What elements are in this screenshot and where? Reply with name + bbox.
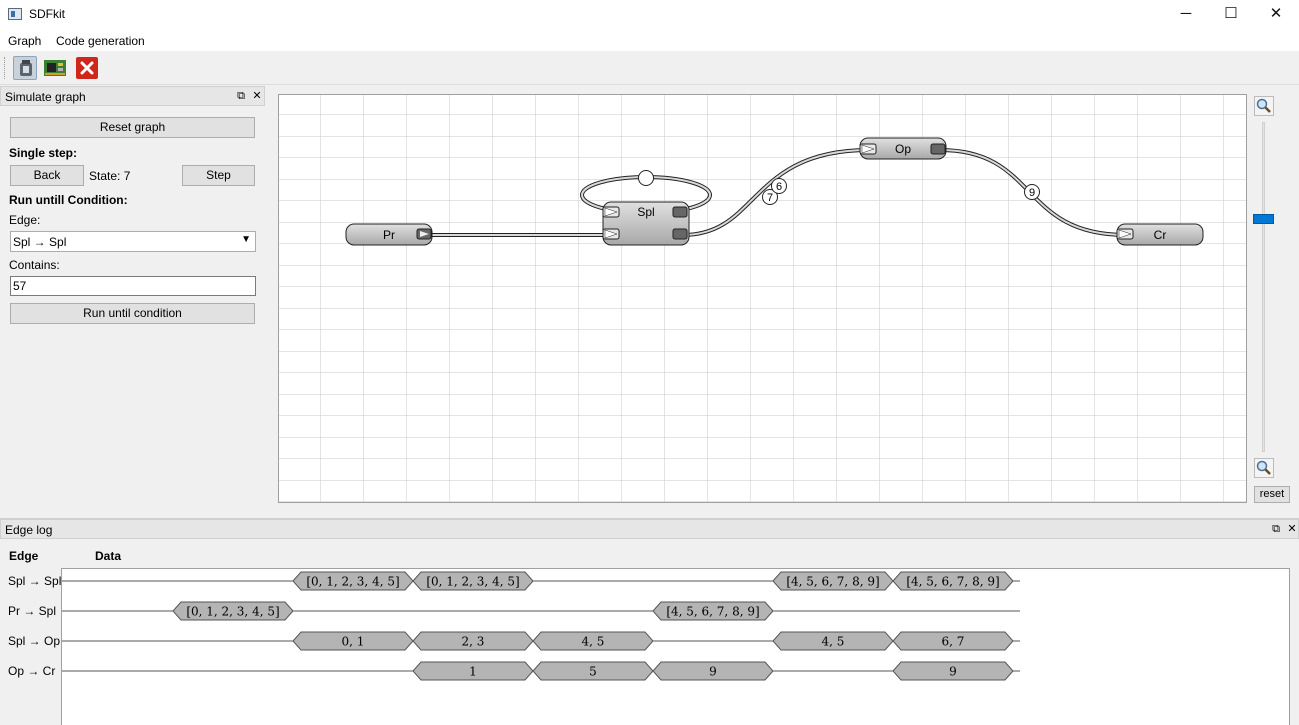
run-until-condition-button[interactable]: Run until condition xyxy=(10,303,255,324)
timeline-token[interactable]: 9 xyxy=(652,661,774,681)
timeline-token[interactable]: [4, 5, 6, 7, 8, 9] xyxy=(772,571,894,591)
close-icon[interactable]: ✕ xyxy=(1285,522,1299,536)
svg-text:7: 7 xyxy=(767,192,773,204)
edge-row-label: Spl → Spl xyxy=(8,574,62,588)
edge-label: Edge: xyxy=(9,213,41,227)
chevron-down-icon: ▼ xyxy=(241,234,251,245)
token-op-cr-9[interactable]: 9 xyxy=(1024,184,1040,200)
zoom-out-icon[interactable] xyxy=(1254,458,1274,478)
menu-graph[interactable]: Graph xyxy=(8,34,41,48)
single-step-label: Single step: xyxy=(9,146,78,160)
edge-log-panel: Edge log ⧉ ✕ Edge Data Spl → Spl Pr → Sp… xyxy=(0,518,1299,725)
timeline-token[interactable]: 5 xyxy=(532,661,654,681)
zoom-slider-track[interactable] xyxy=(1262,122,1265,452)
node-spl[interactable]: Spl xyxy=(602,201,690,246)
timeline-token-label: [0, 1, 2, 3, 4, 5] xyxy=(186,605,279,619)
timeline-token[interactable]: 6, 7 xyxy=(892,631,1014,651)
simulate-graph-panel: Simulate graph ⧉ ✕ Reset graph Single st… xyxy=(0,86,265,516)
chip-icon[interactable] xyxy=(43,56,67,80)
node-op-label: Op xyxy=(895,142,911,156)
toolbar-grip[interactable] xyxy=(4,57,7,79)
menu-code-generation[interactable]: Code generation xyxy=(56,34,145,48)
timeline-token[interactable]: [4, 5, 6, 7, 8, 9] xyxy=(652,601,774,621)
run-until-label: Run untill Condition: xyxy=(9,193,128,207)
zoom-in-icon[interactable] xyxy=(1254,96,1274,116)
simulate-panel-title: Simulate graph xyxy=(5,90,86,104)
node-spl-label: Spl xyxy=(637,205,654,219)
timeline-token-label: 9 xyxy=(709,665,717,679)
step-button[interactable]: Step xyxy=(182,165,255,186)
contains-label: Contains: xyxy=(9,258,60,272)
close-window-button[interactable]: ✕ xyxy=(1253,0,1299,30)
float-icon[interactable]: ⧉ xyxy=(1269,522,1283,536)
timeline-token-label: [4, 5, 6, 7, 8, 9] xyxy=(786,575,879,589)
minimize-button[interactable]: ─ xyxy=(1163,0,1209,30)
timeline-token-label: 9 xyxy=(949,665,957,679)
timeline-token[interactable]: 4, 5 xyxy=(772,631,894,651)
timeline-token[interactable]: 1 xyxy=(412,661,534,681)
menu-bar: Graph Code generation xyxy=(0,30,1299,51)
col-data-header: Data xyxy=(95,549,122,563)
node-op[interactable]: Op xyxy=(859,137,947,160)
zoom-slider-handle[interactable] xyxy=(1253,214,1274,224)
grid-background xyxy=(279,95,1246,502)
edge-log-titlebar[interactable]: Edge log ⧉ ✕ xyxy=(0,519,1299,539)
app-icon xyxy=(8,8,22,20)
simulate-icon[interactable] xyxy=(13,56,37,80)
timeline-token[interactable]: 2, 3 xyxy=(412,631,534,651)
timeline-token-label: 4, 5 xyxy=(582,635,605,649)
timeline-token-label: 5 xyxy=(589,665,597,679)
reset-graph-button[interactable]: Reset graph xyxy=(10,117,255,138)
timeline-svg: [0, 1, 2, 3, 4, 5] [0, 1, 2, 3, 4, 5] [4, … xyxy=(62,571,1020,681)
edge-row-label: Op → Cr xyxy=(8,664,56,678)
node-cr-label: Cr xyxy=(1154,228,1167,242)
timeline-token-label: [0, 1, 2, 3, 4, 5] xyxy=(306,575,399,589)
timeline-token-label: 0, 1 xyxy=(342,635,365,649)
close-red-icon[interactable] xyxy=(75,56,99,80)
contains-input[interactable] xyxy=(10,276,256,296)
float-icon[interactable]: ⧉ xyxy=(234,89,248,103)
svg-text:9: 9 xyxy=(1029,187,1035,199)
timeline-token[interactable]: 4, 5 xyxy=(532,631,654,651)
title-bar: SDFkit ─ ☐ ✕ xyxy=(0,0,1299,30)
timeline-token[interactable]: [4, 5, 6, 7, 8, 9] xyxy=(892,571,1014,591)
graph-svg[interactable]: 7 6 9 Pr Spl Op Cr xyxy=(279,95,1246,502)
timeline-token[interactable]: [0, 1, 2, 3, 4, 5] xyxy=(172,601,294,621)
timeline-token[interactable]: [0, 1, 2, 3, 4, 5] xyxy=(412,571,534,591)
state-text: State: 7 xyxy=(89,169,131,183)
timeline-token[interactable]: 9 xyxy=(892,661,1014,681)
node-cr[interactable]: Cr xyxy=(1116,223,1204,246)
token-self-loop[interactable] xyxy=(638,170,654,186)
edge-select[interactable]: Spl → Spl ▼ xyxy=(10,231,256,252)
node-pr-label: Pr xyxy=(383,228,395,242)
simulate-panel-titlebar[interactable]: Simulate graph ⧉ ✕ xyxy=(0,86,265,106)
graph-canvas[interactable]: 7 6 9 Pr Spl Op Cr xyxy=(278,94,1247,503)
timeline-token[interactable]: [0, 1, 2, 3, 4, 5] xyxy=(292,571,414,591)
edge-log-timeline[interactable]: [0, 1, 2, 3, 4, 5] [0, 1, 2, 3, 4, 5] [4, … xyxy=(61,568,1290,725)
edge-row-label: Pr → Spl xyxy=(8,604,57,618)
timeline-token-label: [4, 5, 6, 7, 8, 9] xyxy=(906,575,999,589)
edge-row-label: Spl → Op xyxy=(8,634,61,648)
timeline-token[interactable]: 0, 1 xyxy=(292,631,414,651)
col-edge-header: Edge xyxy=(9,549,39,563)
timeline-token-label: 2, 3 xyxy=(462,635,485,649)
edge-log-title: Edge log xyxy=(5,523,53,537)
back-button[interactable]: Back xyxy=(10,165,84,186)
svg-text:6: 6 xyxy=(776,181,782,193)
timeline-token-label: [0, 1, 2, 3, 4, 5] xyxy=(426,575,519,589)
maximize-button[interactable]: ☐ xyxy=(1208,0,1254,30)
timeline-token-label: 6, 7 xyxy=(942,635,965,649)
timeline-token-label: [4, 5, 6, 7, 8, 9] xyxy=(666,605,759,619)
timeline-token-label: 4, 5 xyxy=(822,635,845,649)
window-title: SDFkit xyxy=(29,7,65,21)
timeline-token-label: 1 xyxy=(469,665,477,679)
edge-select-value: Spl → Spl xyxy=(13,235,67,249)
toolbar xyxy=(0,51,1299,85)
node-pr[interactable]: Pr xyxy=(345,223,433,246)
close-icon[interactable]: ✕ xyxy=(250,89,264,103)
token-spl-op-6[interactable]: 6 xyxy=(771,178,787,194)
zoom-reset-button[interactable]: reset xyxy=(1254,486,1290,503)
